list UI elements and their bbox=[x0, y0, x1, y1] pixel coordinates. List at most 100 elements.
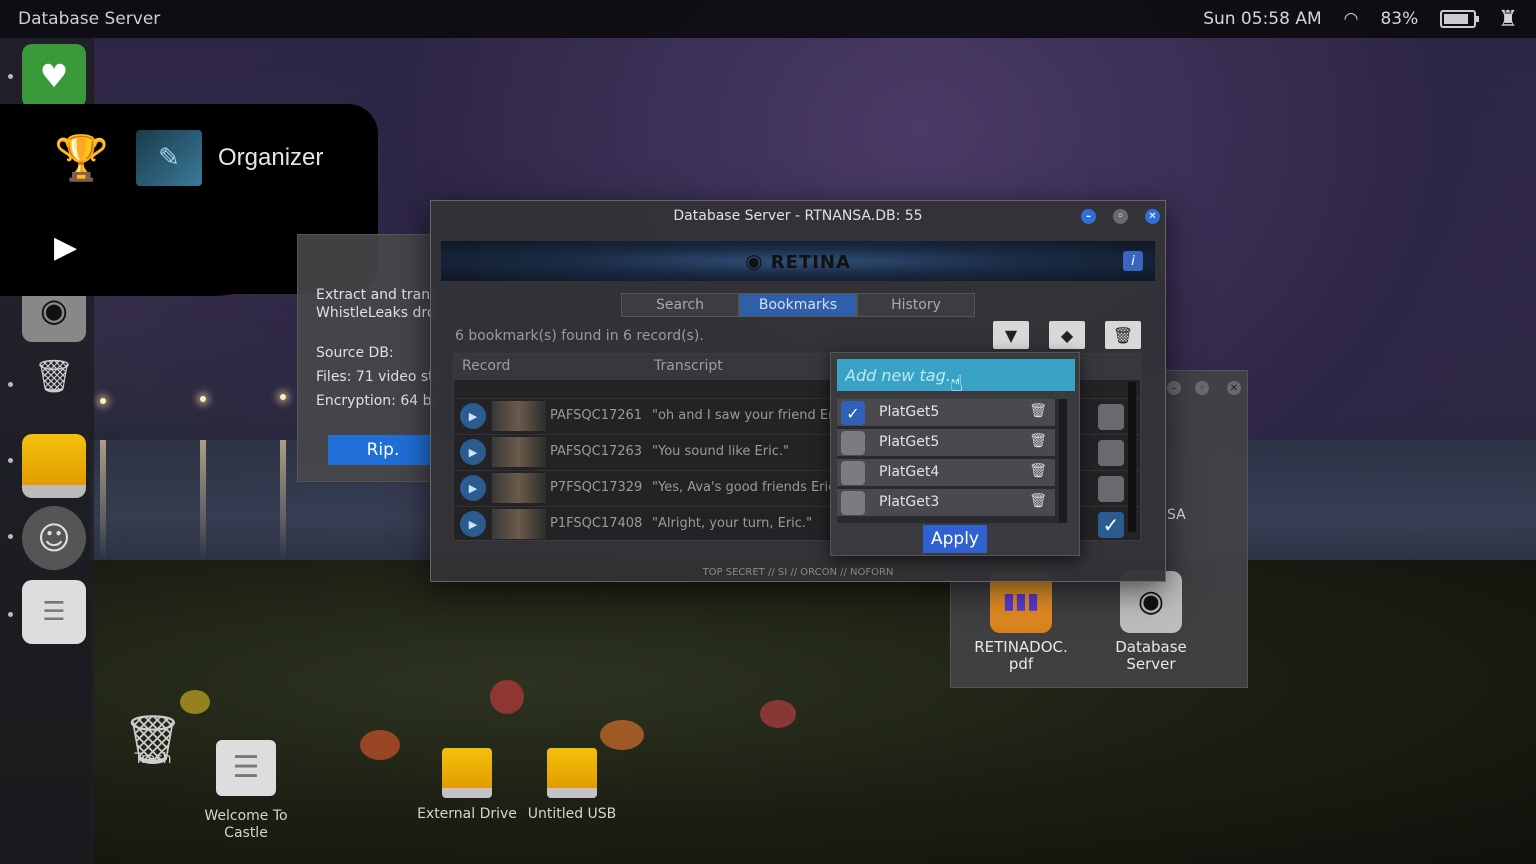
retina-banner: ◉ RETINA i bbox=[441, 241, 1155, 281]
flower-decoration bbox=[760, 700, 796, 728]
welcome-document-icon[interactable]: ☰ Welcome To Castle bbox=[196, 740, 296, 842]
apply-button[interactable]: Apply bbox=[923, 525, 987, 553]
tab-bookmarks[interactable]: Bookmarks bbox=[739, 293, 857, 317]
pier-light bbox=[280, 394, 286, 400]
drive-dock-icon[interactable] bbox=[22, 434, 86, 498]
maximize-button[interactable]: ◦ bbox=[1113, 209, 1128, 224]
trash-icon: 🗑 bbox=[1112, 325, 1134, 345]
play-icon[interactable]: ▶ bbox=[460, 439, 486, 465]
minimize-button[interactable]: – bbox=[1081, 209, 1096, 224]
eye-icon: ◉ bbox=[745, 249, 764, 273]
rip-window: Extract and transm WhistleLeaks drop Sou… bbox=[297, 234, 438, 482]
tag-row[interactable]: ✓ PlatGet5 🗑 bbox=[837, 399, 1055, 427]
maximize-button[interactable]: ◦ bbox=[1195, 381, 1209, 395]
welcome-label: Welcome To bbox=[204, 808, 288, 824]
rip-button[interactable]: Rip. bbox=[328, 435, 438, 465]
trash-icon[interactable]: 🗑 bbox=[1029, 433, 1047, 449]
trash-desktop-icon[interactable]: 🗑 Trash bbox=[120, 712, 186, 768]
wifi-icon[interactable]: ◠ bbox=[1344, 9, 1359, 29]
tab-search[interactable]: Search bbox=[621, 293, 739, 317]
dock-indicator bbox=[8, 612, 13, 617]
tag-list-scrollbar[interactable] bbox=[1059, 399, 1067, 523]
info-icon[interactable]: i bbox=[1123, 251, 1143, 271]
row-checkbox[interactable] bbox=[1098, 440, 1124, 466]
active-app-title: Database Server bbox=[18, 9, 161, 29]
record-id: PAFSQC17263 bbox=[550, 444, 643, 459]
tag-label: PlatGet4 bbox=[879, 464, 940, 480]
trash-dock-icon[interactable]: 🗑 bbox=[22, 344, 86, 408]
tag-checkbox[interactable] bbox=[841, 491, 865, 515]
tab-history[interactable]: History bbox=[857, 293, 975, 317]
file-label: pdf bbox=[1008, 655, 1034, 673]
tag-row[interactable]: PlatGet5 🗑 bbox=[837, 429, 1055, 457]
tab-bar: Search Bookmarks History bbox=[621, 293, 975, 317]
tag-icon: ◆ bbox=[1060, 325, 1074, 345]
dock-indicator bbox=[8, 74, 13, 79]
delete-button[interactable]: 🗑 bbox=[1105, 321, 1141, 349]
rip-window-text: Encryption: 64 bas bbox=[316, 393, 436, 409]
tag-button[interactable]: ◆ bbox=[1049, 321, 1085, 349]
flower-decoration bbox=[180, 690, 210, 714]
castle-icon[interactable]: ♜ bbox=[1498, 7, 1518, 32]
usb-drive-icon bbox=[547, 748, 597, 798]
tag-checkbox[interactable] bbox=[841, 461, 865, 485]
video-thumbnail bbox=[492, 509, 546, 539]
trash-icon[interactable]: 🗑 bbox=[1029, 463, 1047, 479]
tag-label: PlatGet5 bbox=[879, 434, 940, 450]
untitled-usb-icon[interactable]: Untitled USB bbox=[524, 748, 620, 823]
document-dock-icon[interactable]: ☰ bbox=[22, 580, 86, 644]
video-thumbnail bbox=[492, 437, 546, 467]
avatar-dock-icon[interactable]: ☺ bbox=[22, 506, 86, 570]
trash-icon: 🗑 bbox=[122, 712, 184, 768]
battery-icon[interactable] bbox=[1440, 10, 1480, 28]
video-thumbnail bbox=[492, 473, 546, 503]
trophy-icon[interactable]: 🏆 bbox=[54, 132, 109, 184]
external-drive-icon[interactable]: External Drive bbox=[414, 748, 520, 823]
transcript-text: "You sound like Eric." bbox=[652, 444, 789, 459]
trash-icon[interactable]: 🗑 bbox=[1029, 403, 1047, 419]
dock-indicator bbox=[8, 458, 13, 463]
results-count: 6 bookmark(s) found in 6 record(s). bbox=[455, 328, 704, 344]
pointer-cursor-icon: ☝ bbox=[950, 372, 964, 397]
clock: Sun 05:58 AM bbox=[1203, 9, 1322, 29]
window-title: Database Server - RTNANSA.DB: 55 bbox=[673, 208, 923, 224]
tag-checkbox[interactable]: ✓ bbox=[841, 401, 865, 425]
row-checkbox[interactable]: ✓ bbox=[1098, 512, 1124, 538]
top-bar: Database Server Sun 05:58 AM ◠ 83% ♜ bbox=[0, 0, 1536, 38]
tag-checkbox[interactable] bbox=[841, 431, 865, 455]
database-server-app[interactable]: ◉ Database Server bbox=[1101, 571, 1201, 673]
minimize-button[interactable]: – bbox=[1167, 381, 1181, 395]
tag-row[interactable]: PlatGet3 🗑 bbox=[837, 489, 1055, 517]
column-transcript[interactable]: Transcript bbox=[654, 358, 723, 374]
column-record[interactable]: Record bbox=[462, 358, 510, 374]
play-icon[interactable]: ▶ bbox=[460, 475, 486, 501]
light-reflection bbox=[280, 440, 286, 560]
retina-logo: ◉ RETINA bbox=[441, 249, 1155, 273]
tag-organizer-icon[interactable]: ✎ bbox=[136, 130, 202, 186]
cards-app-icon[interactable]: ♥ bbox=[22, 44, 86, 108]
foliage-background bbox=[90, 560, 1536, 864]
app-label: Server bbox=[1126, 655, 1176, 673]
tag-label: PlatGet3 bbox=[879, 494, 940, 510]
flower-decoration bbox=[600, 720, 644, 750]
dock-indicator bbox=[8, 534, 13, 539]
trash-icon[interactable]: 🗑 bbox=[1029, 493, 1047, 509]
record-id: PAFSQC17261 bbox=[550, 408, 643, 423]
row-checkbox[interactable] bbox=[1098, 404, 1124, 430]
transcript-text: "Yes, Ava's good friends Eric an bbox=[652, 480, 832, 495]
play-icon[interactable]: ▶ bbox=[460, 511, 486, 537]
tag-list: ✓ PlatGet5 🗑 PlatGet5 🗑 PlatGet4 🗑 PlatGet3 🗑 bbox=[837, 399, 1063, 523]
close-button[interactable]: ✕ bbox=[1145, 209, 1160, 224]
retinadoc-file[interactable]: ▮▮▮ RETINADOC. pdf bbox=[969, 571, 1073, 673]
app-label: Database bbox=[1115, 638, 1187, 656]
tag-label: PlatGet5 bbox=[879, 404, 940, 420]
row-checkbox[interactable] bbox=[1098, 476, 1124, 502]
tag-row[interactable]: PlatGet4 🗑 bbox=[837, 459, 1055, 487]
filter-button[interactable]: ▼ bbox=[993, 321, 1029, 349]
play-icon[interactable]: ▶ bbox=[460, 403, 486, 429]
table-scrollbar[interactable] bbox=[1128, 382, 1136, 532]
record-id: P7FSQC17329 bbox=[550, 480, 643, 495]
close-button[interactable]: ✕ bbox=[1227, 381, 1241, 395]
playstation-icon[interactable]: ▶ bbox=[54, 230, 77, 265]
file-label: RETINADOC. bbox=[974, 638, 1068, 656]
